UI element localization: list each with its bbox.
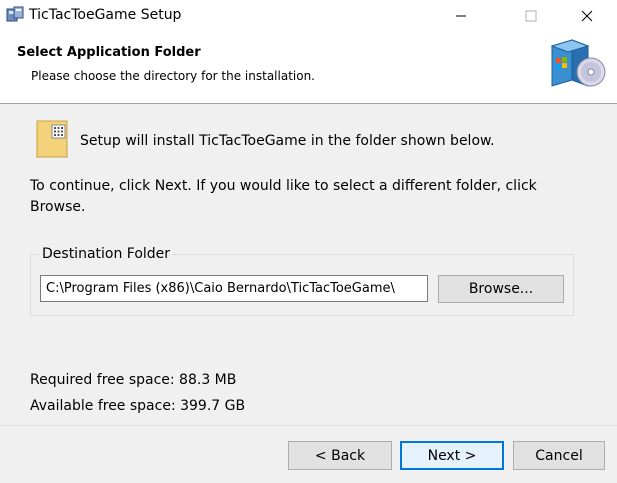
folder-icon [36,120,68,158]
page-subtitle: Please choose the directory for the inst… [31,69,315,83]
close-button[interactable] [564,0,610,32]
title-bar: TicTacToeGame Setup [0,0,617,32]
instructions-text: To continue, click Next. If you would li… [30,178,537,215]
close-icon [581,7,593,26]
browse-button[interactable]: Browse... [438,275,564,303]
installer-app-icon [6,6,24,24]
wizard-header: Select Application Folder Please choose … [0,32,617,104]
intro-text: Setup will install TicTacToeGame in the … [80,133,495,149]
maximize-icon [525,7,537,26]
page-title: Select Application Folder [17,45,201,60]
destination-folder-label: Destination Folder [40,246,173,262]
footer-divider [0,425,617,426]
software-box-cd-icon [548,36,606,90]
window-title: TicTacToeGame Setup [29,7,182,23]
back-button[interactable]: < Back [288,441,392,470]
cancel-button[interactable]: Cancel [513,441,605,470]
required-space-text: Required free space: 88.3 MB [30,372,237,388]
maximize-button[interactable] [508,0,554,32]
destination-path-input[interactable] [40,275,428,302]
minimize-button[interactable] [438,0,484,32]
minimize-icon [455,7,467,26]
next-button[interactable]: Next > [400,441,504,470]
available-space-text: Available free space: 399.7 GB [30,398,246,414]
